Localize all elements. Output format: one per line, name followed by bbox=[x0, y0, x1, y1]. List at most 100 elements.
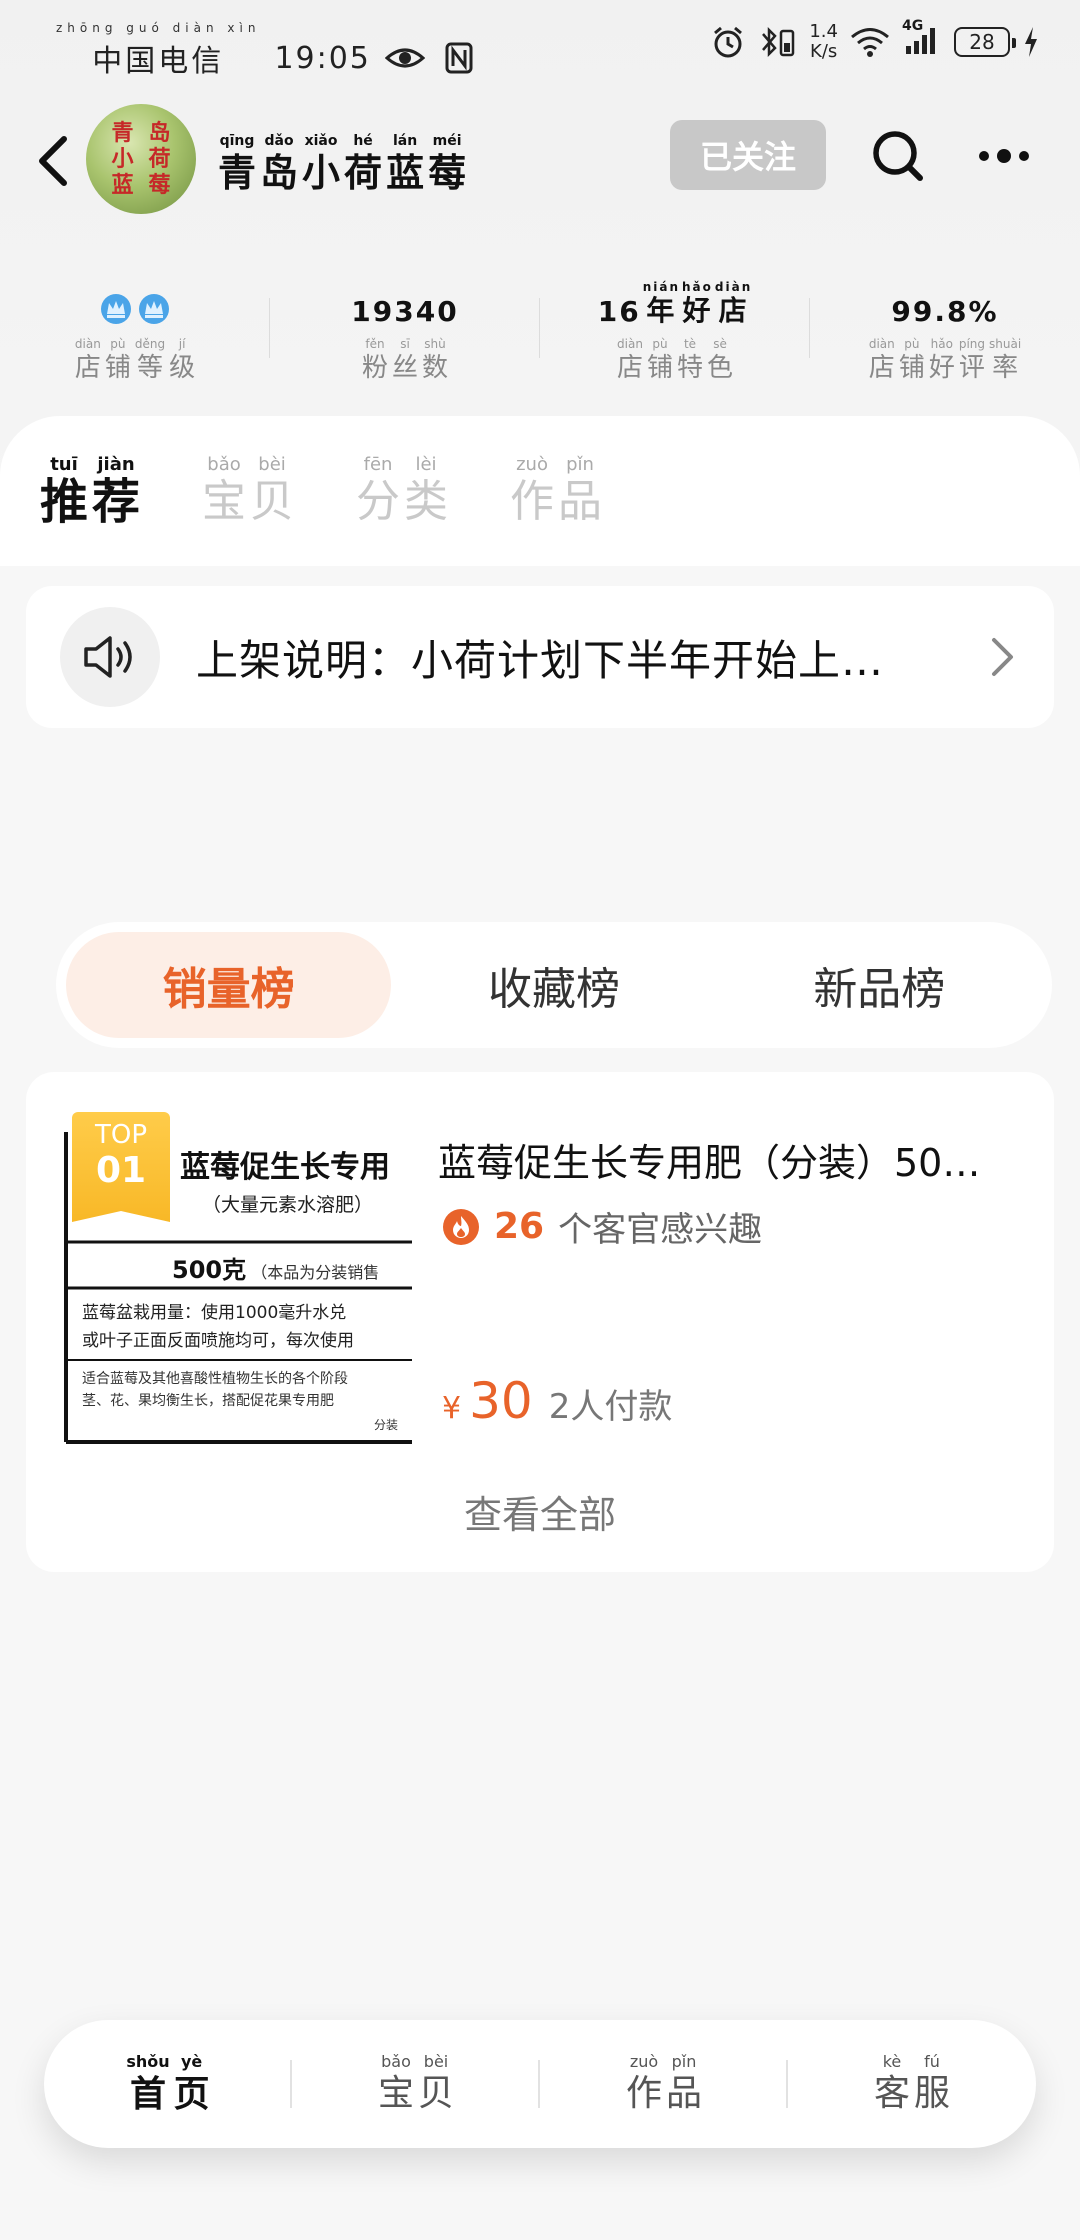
feature-years: 16 bbox=[597, 295, 641, 328]
tab-works[interactable]: zuò 作 pǐn 品 bbox=[510, 454, 602, 528]
stat-shop-level[interactable]: diàn 店 pù 铺 děng 等 jí 级 bbox=[0, 268, 270, 398]
tab-items[interactable]: bǎo 宝 bèi 贝 bbox=[202, 454, 294, 528]
rank-tab-new[interactable]: 新品榜 bbox=[717, 932, 1042, 1038]
pinyin: diàn bbox=[74, 337, 101, 351]
thumb-usage-5: 分装 bbox=[374, 1418, 399, 1432]
pinyin: méi bbox=[432, 133, 462, 149]
tab-category[interactable]: fēn 分 lèi 类 bbox=[356, 454, 448, 528]
stat-rating[interactable]: 99.8% diàn 店 pù 铺 hǎo 好 píng 评 shuài 率 bbox=[810, 268, 1080, 398]
follow-button[interactable]: 已关注 bbox=[670, 120, 826, 190]
pinyin: tè bbox=[683, 337, 697, 351]
pinyin: xiǎo bbox=[304, 133, 338, 149]
price-value: 30 bbox=[469, 1372, 533, 1430]
pinyin: yè bbox=[181, 2052, 203, 2071]
view-all-link[interactable]: 查看全部 bbox=[26, 1484, 1054, 1539]
signal-icon: 4G bbox=[902, 18, 942, 60]
product-title[interactable]: 蓝莓促生长专用肥（分装）50… bbox=[438, 1132, 1038, 1187]
rank-tab-sales[interactable]: 销量榜 bbox=[66, 932, 392, 1038]
tab-char: 贝 bbox=[250, 476, 295, 527]
nav-char: 贝 bbox=[418, 2073, 455, 2114]
pinyin: fú bbox=[924, 2052, 940, 2071]
stat-fans[interactable]: 19340 fěn 粉 sī 丝 shù 数 bbox=[270, 268, 540, 398]
label-char: 评 bbox=[958, 353, 985, 383]
product-card[interactable]: TOP 01 蓝莓促生长专用 （大量元素水溶肥） 500克 （本品为分装销售 蓝… bbox=[26, 1072, 1054, 1572]
product-image[interactable]: TOP 01 蓝莓促生长专用 （大量元素水溶肥） 500克 （本品为分装销售 蓝… bbox=[62, 1112, 412, 1452]
label-char: 铺 bbox=[898, 353, 925, 383]
tab-char: 推 bbox=[40, 474, 89, 530]
net-speed: 1.4 K/s bbox=[809, 22, 838, 62]
logo-char: 莓 bbox=[148, 172, 171, 198]
shop-logo[interactable]: 青 岛 小 荷 蓝 莓 bbox=[86, 104, 196, 214]
nav-works[interactable]: zuò 作 pǐn 品 bbox=[540, 2052, 788, 2116]
battery-level: 28 bbox=[969, 30, 995, 54]
label-char: 店 bbox=[868, 353, 895, 383]
pinyin: pù bbox=[652, 337, 668, 351]
carrier: zhōng guó diàn xìn 中国电信 bbox=[56, 20, 260, 80]
rating-value: 99.8% bbox=[891, 295, 999, 328]
fans-count: 19340 bbox=[351, 295, 459, 328]
search-icon bbox=[873, 131, 923, 181]
search-button[interactable] bbox=[868, 126, 928, 186]
feature-char: 店 bbox=[718, 294, 749, 327]
pinyin: shuài bbox=[989, 337, 1022, 351]
nav-home[interactable]: shǒu 首 yè 页 bbox=[44, 2052, 292, 2116]
chevron-left-icon bbox=[39, 136, 67, 186]
price-symbol: ¥ bbox=[442, 1391, 462, 1426]
pinyin: shǒu bbox=[126, 2052, 170, 2071]
pinyin: bǎo bbox=[381, 2052, 411, 2071]
chevron-right-icon bbox=[992, 638, 1013, 676]
crown-level bbox=[99, 292, 171, 328]
stat-shop-feature[interactable]: 16 nián 年 hǎo 好 diàn 店 diàn 店 pù 铺 tè 特 sè 色 bbox=[540, 268, 810, 398]
speaker-icon bbox=[60, 607, 160, 707]
nav-char: 品 bbox=[666, 2073, 703, 2114]
nav-char: 页 bbox=[173, 2073, 210, 2115]
pinyin: lèi bbox=[415, 454, 437, 475]
more-button[interactable] bbox=[974, 126, 1034, 186]
pinyin: pǐn bbox=[671, 2052, 697, 2071]
pinyin: pǐn bbox=[566, 454, 594, 475]
pinyin: fēn bbox=[363, 454, 393, 475]
nav-items[interactable]: bǎo 宝 bèi 贝 bbox=[292, 2052, 540, 2116]
network-type: 4G bbox=[902, 18, 924, 34]
pinyin: sī bbox=[400, 337, 410, 351]
thumb-weight-note: （本品为分装销售 bbox=[251, 1263, 380, 1282]
pinyin: zuò bbox=[629, 2052, 659, 2071]
label-char: 店 bbox=[616, 353, 643, 383]
logo-char: 岛 bbox=[148, 120, 171, 146]
label-char: 粉 bbox=[361, 353, 388, 383]
label-char: 店 bbox=[74, 353, 101, 383]
nav-customer-service[interactable]: kè 客 fú 服 bbox=[788, 2052, 1036, 2116]
pinyin: bèi bbox=[423, 2052, 449, 2071]
price-row: ¥ 30 2人付款 bbox=[442, 1372, 672, 1430]
nav-char: 作 bbox=[625, 2073, 662, 2114]
announcement-text: 上架说明：小荷计划下半年开始上… bbox=[196, 635, 885, 685]
pinyin: zuò bbox=[516, 454, 548, 475]
tab-recommend[interactable]: tuī 推 jiàn 荐 bbox=[40, 454, 140, 528]
pinyin: hé bbox=[353, 133, 373, 149]
interest-info: 26 个客官感兴趣 bbox=[442, 1202, 762, 1251]
fire-icon bbox=[443, 1208, 479, 1245]
label-char: 等 bbox=[137, 353, 164, 383]
pinyin: diàn bbox=[617, 337, 643, 351]
pinyin: hǎo bbox=[682, 280, 713, 294]
tab-char: 宝 bbox=[202, 476, 247, 527]
interest-text: 个客官感兴趣 bbox=[558, 1210, 763, 1250]
net-speed-value: 1.4 bbox=[809, 21, 838, 42]
shop-name-char: 莓 bbox=[428, 150, 467, 195]
thumb-usage-4: 茎、花、果均衡生长，搭配促花果专用肥 bbox=[82, 1393, 334, 1409]
content-sheet: tuī 推 jiàn 荐 bǎo 宝 bèi 贝 fēn 分 lèi 类 zuò 作 pǐn 品 bbox=[0, 416, 1080, 2240]
back-button[interactable] bbox=[22, 126, 82, 196]
stat-label: diàn 店 pù 铺 děng 等 jí 级 bbox=[75, 336, 195, 384]
tab-char: 类 bbox=[404, 476, 449, 527]
rank-badge: TOP 01 bbox=[72, 1112, 170, 1222]
pinyin: děng bbox=[134, 337, 166, 351]
feature-char: 好 bbox=[682, 294, 713, 327]
stat-label: diàn 店 pù 铺 hǎo 好 píng 评 shuài 率 bbox=[869, 336, 1021, 384]
shop-name: qīng 青 dǎo 岛 xiǎo 小 hé 荷 lán 蓝 méi 莓 bbox=[218, 132, 466, 196]
shop-header: 青 岛 小 荷 蓝 莓 qīng 青 dǎo 岛 xiǎo 小 hé 荷 lán 蓝 mé… bbox=[0, 96, 1080, 226]
tab-char: 荐 bbox=[92, 474, 141, 530]
announcement-bar[interactable]: 上架说明：小荷计划下半年开始上… bbox=[26, 586, 1054, 728]
rank-tab-favorites[interactable]: 收藏榜 bbox=[391, 932, 716, 1038]
charging-icon bbox=[1025, 27, 1037, 57]
clock: 19:05 bbox=[274, 40, 371, 76]
